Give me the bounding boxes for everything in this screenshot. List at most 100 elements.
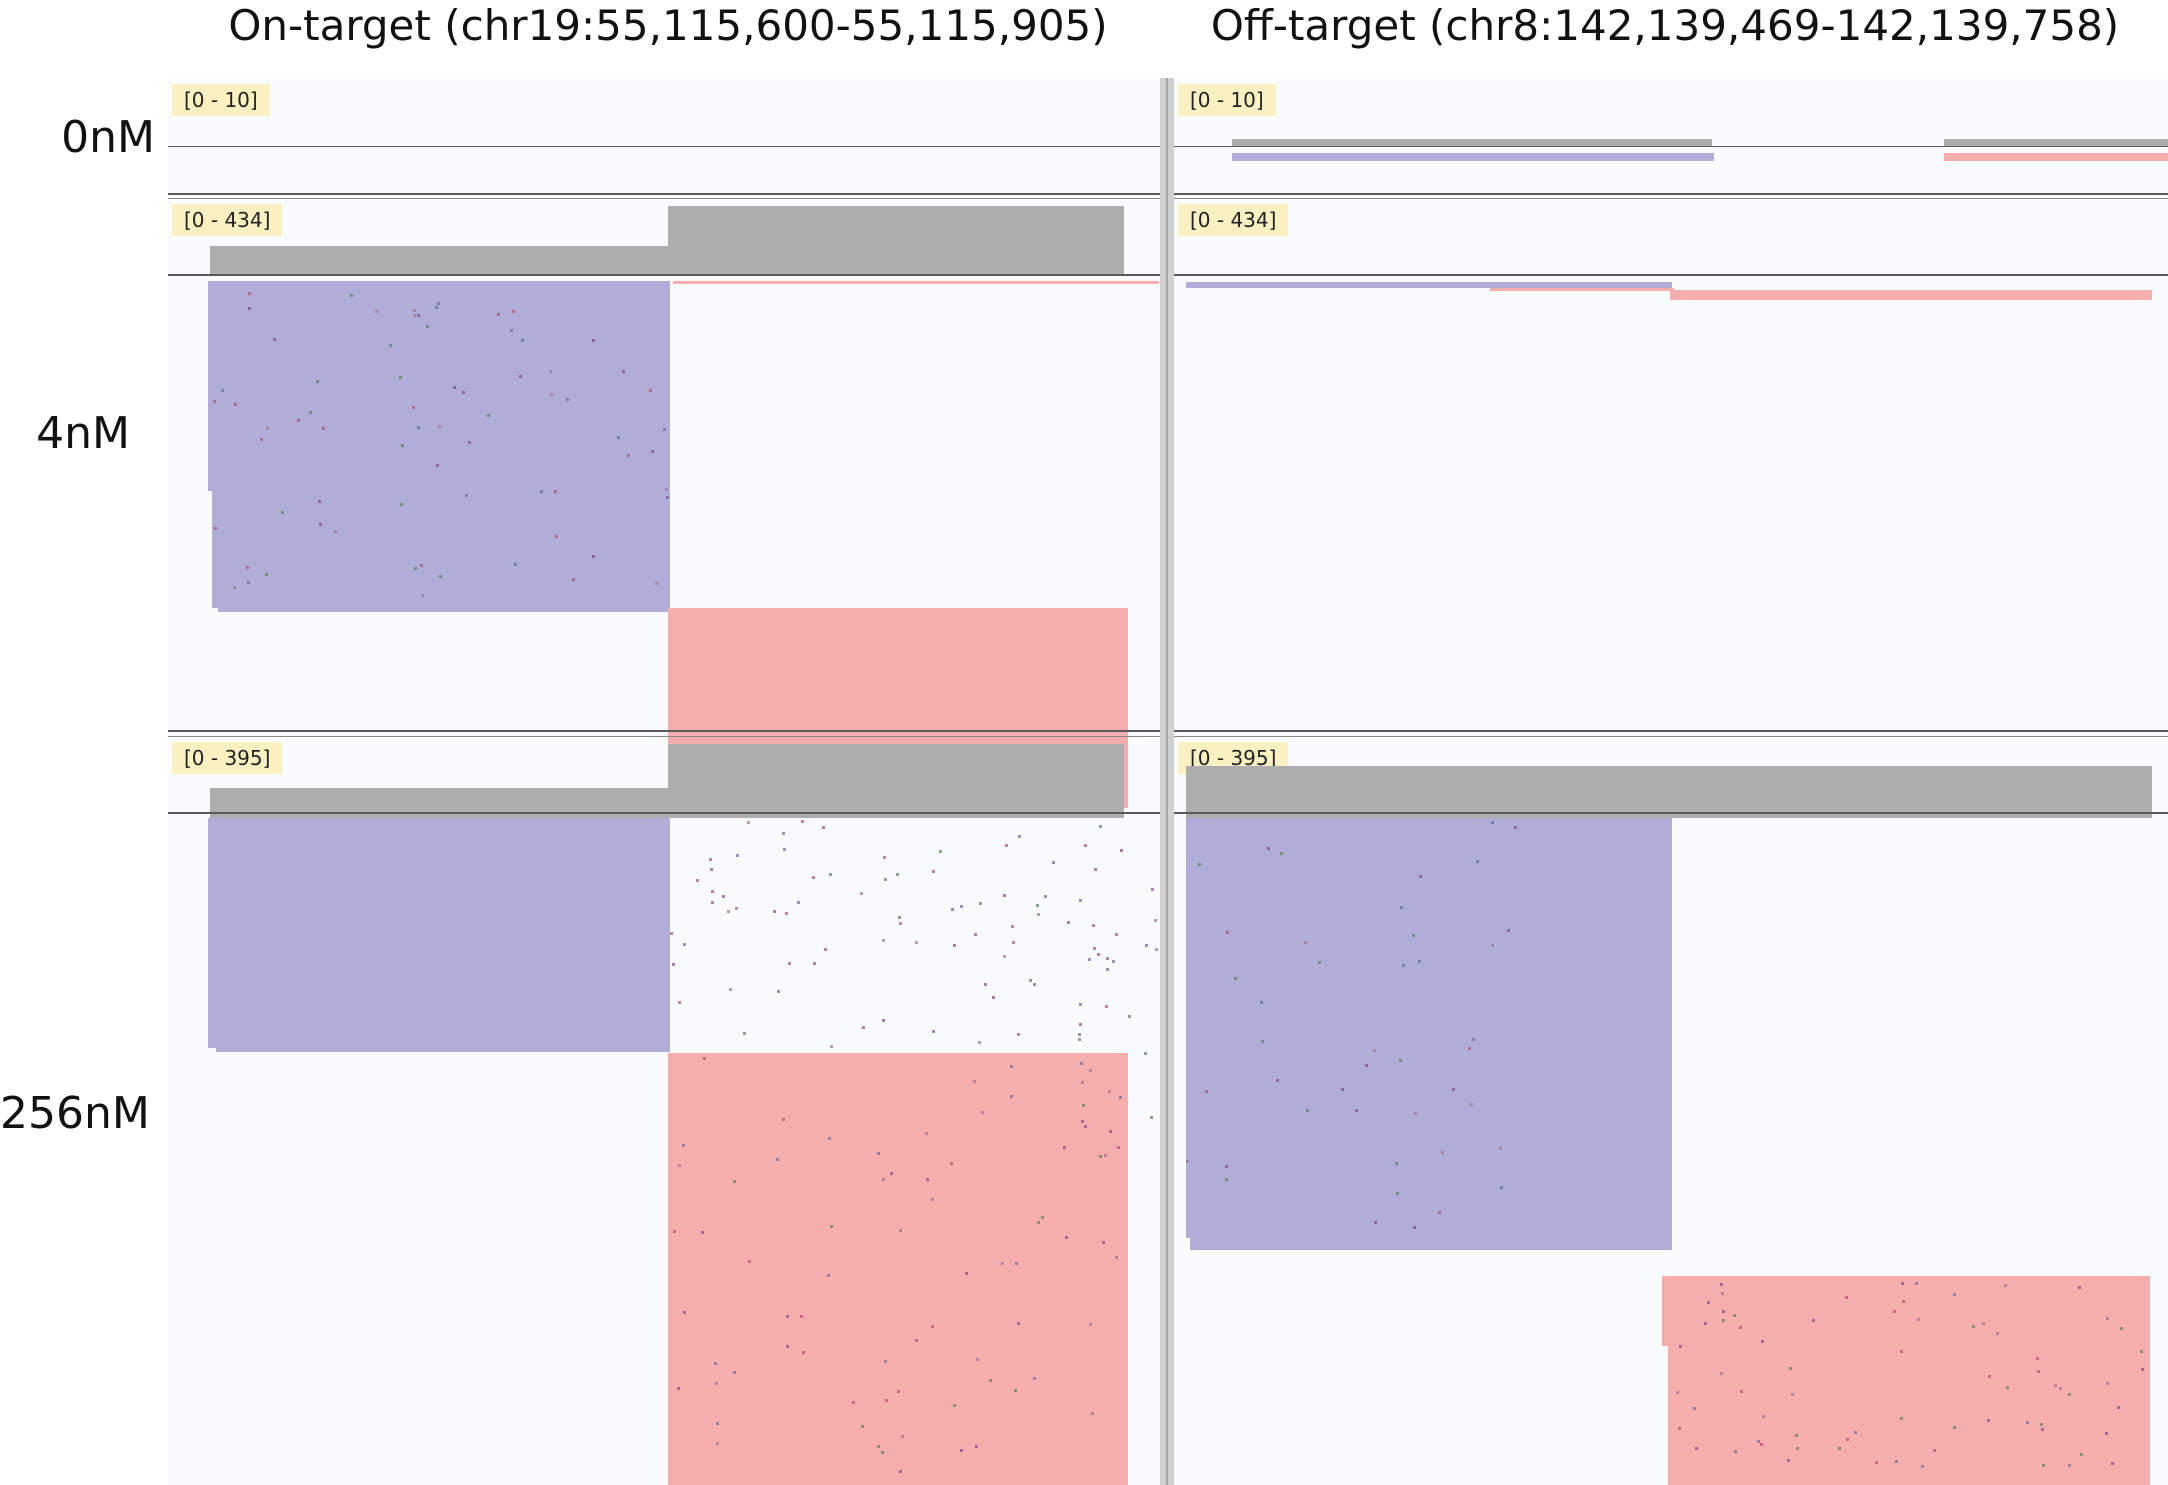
mismatch-dot <box>513 563 517 567</box>
mismatch-dot <box>1894 1460 1898 1464</box>
mismatch-dot <box>1082 1104 1086 1108</box>
coverage-bar <box>210 246 670 276</box>
mismatch-dot <box>1692 1406 1696 1410</box>
mismatch-dot <box>1225 1178 1229 1182</box>
mismatch-dot <box>1051 861 1055 865</box>
mismatch-dot <box>2053 1383 2057 1387</box>
mismatch-dot <box>417 425 421 429</box>
mismatch-dot <box>349 294 353 298</box>
mismatch-dot <box>881 1177 885 1181</box>
mismatch-dot <box>959 1449 963 1453</box>
mismatch-dot <box>785 1315 789 1319</box>
mismatch-dot <box>1105 1004 1109 1008</box>
reverse-reads <box>668 1053 1128 1485</box>
mismatch-dot <box>897 1390 901 1394</box>
mismatch-dot <box>592 554 596 558</box>
mismatch-dot <box>2117 1406 2121 1410</box>
mismatch-dot <box>1788 1366 1792 1370</box>
mismatch-dot <box>876 1151 880 1155</box>
mismatch-dot <box>786 1345 790 1349</box>
mismatch-dot <box>889 1172 893 1176</box>
mismatch-dot <box>1119 848 1123 852</box>
mismatch-dot <box>736 853 740 857</box>
mismatch-dot <box>1893 1309 1897 1313</box>
mismatch-dot <box>733 1179 737 1183</box>
mismatch-dot <box>1795 1433 1799 1437</box>
mismatch-dot <box>1399 905 1403 909</box>
mismatch-dot <box>885 1399 889 1403</box>
mismatch-dot <box>960 905 964 909</box>
mismatch-dot <box>649 388 653 392</box>
track-separator <box>168 193 1160 195</box>
mismatch-dot <box>974 933 978 936</box>
panel-divider-line <box>1166 78 1168 1485</box>
range-label-4nm-off: [0 - 434] <box>1178 204 1289 236</box>
mismatch-dot <box>747 1260 751 1264</box>
mismatch-dot <box>1722 1319 1726 1323</box>
mismatch-dot <box>2139 1349 2143 1353</box>
mismatch-dot <box>676 1387 680 1391</box>
mismatch-dot <box>1995 1331 1999 1335</box>
mismatch-dot <box>703 1057 707 1061</box>
mismatch-dot <box>1514 825 1518 829</box>
mismatch-dot <box>1084 844 1088 848</box>
mismatch-dot <box>1498 1147 1502 1151</box>
mismatch-dot <box>1507 928 1511 932</box>
mismatch-dot <box>800 1315 804 1319</box>
mismatch-dot <box>1761 1339 1765 1343</box>
mismatch-dot <box>673 1230 677 1234</box>
mismatch-dot <box>435 464 439 468</box>
mismatch-dot <box>775 1158 779 1162</box>
mismatch-dot <box>709 857 713 861</box>
mismatch-dot <box>1694 1447 1698 1451</box>
reverse-read <box>1944 153 2168 161</box>
mismatch-dot <box>1081 1081 1084 1085</box>
baseline <box>1174 146 2168 147</box>
mismatch-dot <box>1107 1089 1111 1093</box>
mismatch-dot <box>861 1025 865 1029</box>
mismatch-dot <box>830 1224 834 1228</box>
mismatch-dot <box>1304 941 1308 945</box>
mismatch-dot <box>1102 1240 1106 1244</box>
mismatch-dot <box>425 325 429 329</box>
mismatch-dot <box>1471 1037 1475 1041</box>
mismatch-dot <box>272 337 276 341</box>
mismatch-dot <box>683 943 687 947</box>
reverse-reads <box>1670 290 2152 300</box>
mismatch-dot <box>1921 1464 1925 1468</box>
mismatch-dot <box>1011 924 1015 928</box>
mismatch-dot <box>950 1161 954 1165</box>
mismatch-dot <box>1078 1003 1082 1007</box>
mismatch-dot <box>1988 1374 1992 1378</box>
mismatch-dot <box>1340 1088 1344 1092</box>
coverage-bar <box>668 744 1124 818</box>
mismatch-dot <box>2036 1356 2040 1360</box>
range-label-4nm-on: [0 - 434] <box>172 204 283 236</box>
mismatch-dot <box>246 566 250 570</box>
mismatch-dot <box>1233 977 1237 981</box>
mismatch-dot <box>2039 1423 2043 1427</box>
mismatch-dot <box>975 1358 979 1362</box>
mismatch-dot <box>696 879 700 883</box>
mismatch-dot <box>978 1040 982 1044</box>
mismatch-dot <box>782 848 786 852</box>
mismatch-dot <box>452 385 456 389</box>
mismatch-dot <box>1260 1000 1264 1004</box>
mismatch-dot <box>1838 1447 1842 1451</box>
mismatch-dot <box>246 581 250 585</box>
mismatch-dot <box>1127 1015 1131 1019</box>
mismatch-dot <box>1063 1146 1067 1150</box>
mismatch-dot <box>260 437 264 441</box>
mismatch-dot <box>1875 1460 1879 1464</box>
mismatch-dot <box>1395 1191 1399 1195</box>
mismatch-dot <box>1089 1069 1093 1073</box>
mismatch-dot <box>412 309 416 313</box>
mismatch-dot <box>1490 944 1494 948</box>
mismatch-dot <box>437 301 441 305</box>
forward-reads <box>218 604 670 612</box>
mismatch-dot <box>801 1350 805 1354</box>
mismatch-dot <box>1372 1049 1376 1053</box>
mismatch-dot <box>221 388 225 392</box>
mismatch-dot <box>931 869 935 873</box>
row-label-256nm: 256nM <box>0 1088 150 1139</box>
